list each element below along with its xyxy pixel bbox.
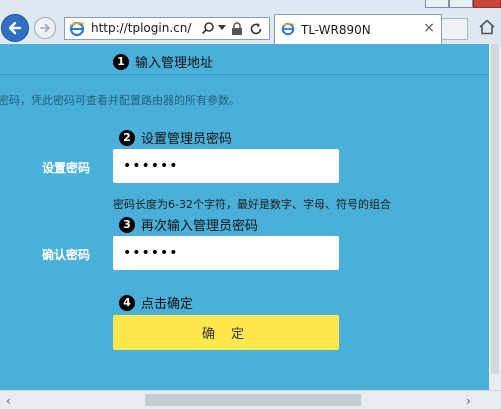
home-icon[interactable]	[478, 18, 496, 36]
password-hint: 密码长度为6-32个字符，最好是数字、字母、符号的组合	[113, 198, 391, 211]
router-setup-page: 1 输入管理地址 密码，凭此密码可查看并配置路由器的所有参数。 2 设置管理员密…	[0, 44, 501, 390]
minimize-button[interactable]	[425, 0, 449, 8]
back-arrow-icon	[8, 21, 22, 35]
step-number-badge: 2	[119, 129, 135, 146]
dropdown-icon[interactable]	[218, 25, 226, 31]
step-1-heading: 1 输入管理地址	[113, 52, 213, 71]
address-bar[interactable]: http://tplogin.cn/	[64, 17, 270, 40]
step-number-badge: 4	[119, 294, 135, 311]
horizontal-scrollbar-thumb[interactable]	[145, 394, 361, 406]
step-number-badge: 1	[113, 53, 129, 70]
step-text: 设置管理员密码	[141, 132, 233, 147]
confirm-password-input[interactable]	[113, 236, 339, 270]
divider	[0, 74, 501, 75]
refresh-icon[interactable]	[249, 22, 263, 36]
browser-chrome: http://tplogin.cn/ TL-WR890N ×	[0, 0, 501, 44]
window-controls	[421, 0, 501, 8]
address-tools	[199, 21, 269, 37]
tab-title: TL-WR890N	[301, 23, 371, 37]
vertical-scrollbar-thumb[interactable]	[491, 44, 499, 374]
step-text: 输入管理地址	[135, 56, 214, 71]
confirm-button[interactable]: 确 定	[113, 315, 339, 350]
step-3-heading: 3 再次输入管理员密码	[119, 215, 258, 234]
step-2-heading: 2 设置管理员密码	[119, 128, 232, 147]
forward-arrow-icon	[40, 23, 50, 33]
intro-text: 密码，凭此密码可查看并配置路由器的所有参数。	[0, 94, 240, 107]
scroll-left-arrow-icon[interactable]: ‹	[6, 394, 11, 408]
step-text: 再次输入管理员密码	[141, 219, 259, 234]
horizontal-scrollbar[interactable]: ‹ ›	[0, 390, 501, 409]
back-button[interactable]	[1, 14, 29, 42]
set-password-label: 设置密码	[42, 161, 91, 175]
lock-icon[interactable]	[231, 22, 243, 36]
browser-tab[interactable]: TL-WR890N ×	[274, 14, 442, 44]
step-number-badge: 3	[119, 216, 135, 233]
forward-button[interactable]	[34, 17, 56, 39]
step-4-heading: 4 点击确定	[119, 293, 193, 312]
set-password-input[interactable]	[113, 149, 339, 183]
scroll-right-arrow-icon[interactable]: ›	[466, 394, 471, 408]
confirm-password-label: 确认密码	[42, 248, 91, 262]
maximize-button[interactable]	[449, 0, 473, 8]
url-text[interactable]: http://tplogin.cn/	[91, 21, 191, 35]
close-window-button[interactable]	[473, 0, 501, 8]
search-icon[interactable]	[201, 21, 215, 35]
ie-logo-icon	[69, 21, 85, 37]
tab-close-icon[interactable]: ×	[423, 20, 435, 36]
step-text: 点击确定	[141, 297, 194, 312]
new-tab-button[interactable]	[442, 18, 468, 40]
vertical-scrollbar[interactable]	[489, 44, 501, 390]
tab-favicon	[281, 22, 295, 36]
